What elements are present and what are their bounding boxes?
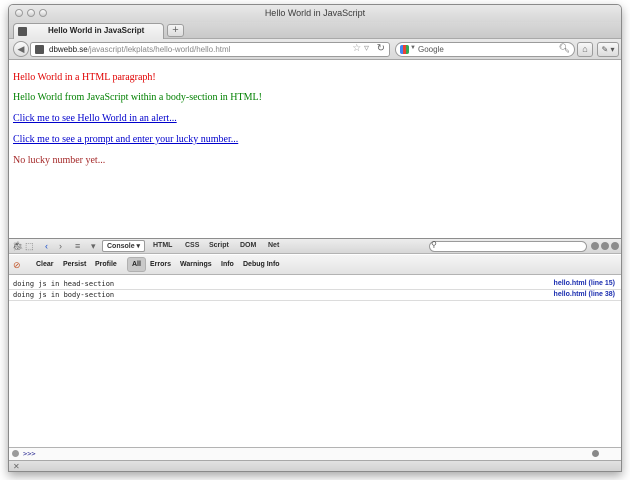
clear-button[interactable]: Clear bbox=[36, 261, 54, 268]
home-icon: ⌂ bbox=[582, 44, 588, 54]
inspect-icon[interactable]: ⬚ bbox=[25, 241, 34, 251]
expand-command-editor-icon[interactable] bbox=[592, 450, 599, 457]
search-bar[interactable]: ▼ Google 🔍︎ bbox=[395, 42, 575, 57]
tab-dom[interactable]: DOM bbox=[240, 242, 256, 249]
tab-net[interactable]: Net bbox=[268, 242, 279, 249]
log-source-link[interactable]: hello.html (line 38) bbox=[554, 291, 615, 298]
tab-hello-world[interactable]: Hello World in JavaScript bbox=[13, 23, 164, 39]
profile-button[interactable]: Profile bbox=[95, 261, 117, 268]
firebug-search-input[interactable]: ⚲ bbox=[429, 240, 587, 252]
log-message: doing js in head-section bbox=[13, 280, 115, 288]
close-addon-bar-icon[interactable]: ✕ bbox=[13, 462, 20, 471]
clear-console-icon[interactable]: ⊘ bbox=[13, 260, 21, 270]
tab-script[interactable]: Script bbox=[209, 242, 229, 249]
lucky-number-status: No lucky number yet... bbox=[13, 155, 106, 166]
command-line[interactable]: >>> bbox=[9, 447, 621, 460]
search-icon[interactable]: 🔍︎ bbox=[559, 43, 570, 54]
tab-label: Hello World in JavaScript bbox=[48, 26, 145, 35]
persist-button[interactable]: Persist bbox=[63, 261, 86, 268]
tools-menu-button[interactable]: ✎ ▾ bbox=[597, 42, 619, 57]
close-icon[interactable] bbox=[611, 242, 619, 250]
google-icon[interactable] bbox=[400, 45, 409, 54]
tab-console[interactable]: Console ▾ bbox=[102, 240, 146, 252]
tab-css[interactable]: CSS bbox=[185, 242, 199, 249]
back-icon[interactable]: ‹ bbox=[45, 241, 48, 251]
address-bar[interactable]: dbwebb.se/javascript/lekplats/hello-worl… bbox=[30, 42, 390, 57]
tab-html[interactable]: HTML bbox=[153, 242, 172, 249]
title-bar: Hello World in JavaScript bbox=[9, 5, 621, 22]
page-content: Hello World in a HTML paragraph! Hello W… bbox=[9, 61, 621, 237]
list-icon[interactable]: ≡ bbox=[75, 241, 80, 251]
back-arrow-icon: ◀ bbox=[17, 44, 25, 54]
bookmark-star-icon[interactable]: ☆ ▿ bbox=[352, 43, 369, 54]
log-source-link[interactable]: hello.html (line 15) bbox=[554, 280, 615, 287]
search-engine-dropdown-icon[interactable]: ▼ bbox=[410, 45, 416, 51]
favicon-icon bbox=[18, 27, 27, 36]
url-text: dbwebb.se/javascript/lekplats/hello-worl… bbox=[49, 45, 230, 54]
command-prompt: >>> bbox=[23, 450, 36, 458]
firebug-toolbar: 🐞︎ ⬚ ‹ › ≡ ▾ Console ▾ HTML CSS Script D… bbox=[9, 238, 621, 254]
search-placeholder: Google bbox=[418, 45, 444, 54]
filter-warnings[interactable]: Warnings bbox=[180, 261, 212, 268]
paragraph-green: Hello World from JavaScript within a bod… bbox=[13, 92, 262, 103]
firebug-icon[interactable]: 🐞︎ bbox=[12, 241, 23, 251]
site-identity-icon bbox=[35, 45, 44, 54]
url-path: /javascript/lekplats/hello-world/hello.h… bbox=[87, 45, 231, 54]
filter-errors[interactable]: Errors bbox=[150, 261, 171, 268]
alert-link[interactable]: Click me to see Hello World in an alert.… bbox=[13, 113, 177, 124]
navigation-toolbar: ◀ dbwebb.se/javascript/lekplats/hello-wo… bbox=[9, 39, 621, 60]
browser-window: Hello World in JavaScript Hello World in… bbox=[8, 4, 622, 472]
log-row: doing js in head-section hello.html (lin… bbox=[9, 279, 621, 290]
detach-icon[interactable] bbox=[601, 242, 609, 250]
new-tab-button[interactable]: + bbox=[167, 24, 184, 37]
status-bar: ✕ bbox=[9, 460, 621, 471]
log-message: doing js in body-section bbox=[13, 291, 115, 299]
prompt-link[interactable]: Click me to see a prompt and enter your … bbox=[13, 134, 238, 145]
dropdown-icon[interactable]: ▾ bbox=[91, 241, 96, 251]
reload-icon[interactable]: ↻ bbox=[377, 43, 385, 54]
url-host: dbwebb.se bbox=[49, 45, 88, 54]
paragraph-red: Hello World in a HTML paragraph! bbox=[13, 72, 156, 83]
log-row: doing js in body-section hello.html (lin… bbox=[9, 290, 621, 301]
command-line-icon bbox=[12, 450, 19, 457]
tools-icon: ✎ ▾ bbox=[601, 45, 615, 54]
window-title: Hello World in JavaScript bbox=[264, 8, 366, 18]
home-button[interactable]: ⌂ bbox=[577, 42, 593, 57]
filter-debug-info[interactable]: Debug Info bbox=[243, 261, 280, 268]
tab-strip: Hello World in JavaScript + bbox=[9, 22, 621, 39]
minimize-icon[interactable] bbox=[591, 242, 599, 250]
search-icon: ⚲ bbox=[431, 240, 437, 249]
forward-icon[interactable]: › bbox=[59, 241, 62, 251]
console-output: doing js in head-section hello.html (lin… bbox=[9, 276, 621, 447]
console-toolbar: ⊘ Clear Persist Profile All Errors Warni… bbox=[9, 255, 621, 275]
filter-info[interactable]: Info bbox=[221, 261, 234, 268]
filter-all[interactable]: All bbox=[127, 257, 146, 272]
back-button[interactable]: ◀ bbox=[13, 41, 29, 57]
